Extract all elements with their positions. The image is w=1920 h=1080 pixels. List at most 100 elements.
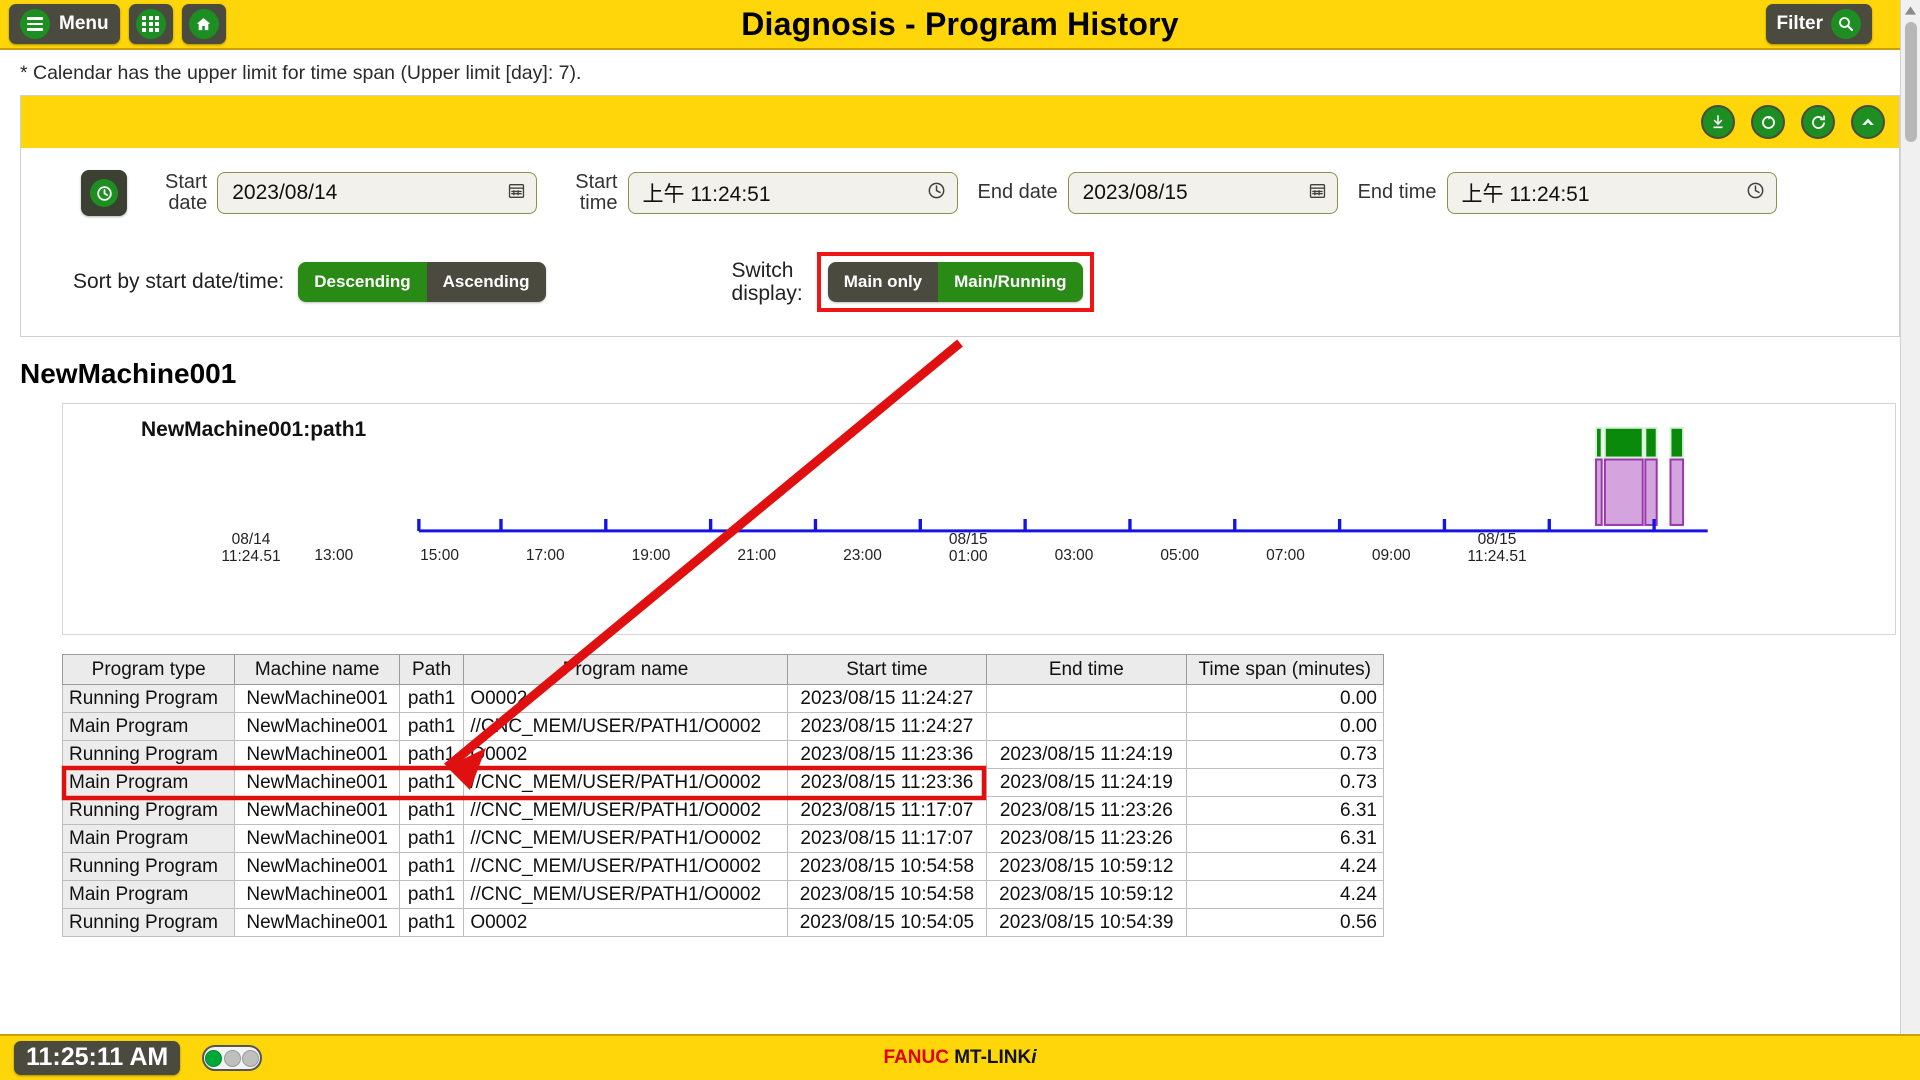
table-cell: 2023/08/15 10:54:58 — [787, 853, 986, 881]
end-date-input[interactable]: 2023/08/15 — [1068, 172, 1338, 214]
chart-bar[interactable] — [1670, 460, 1683, 525]
program-history-table: Program typeMachine namePathProgram name… — [62, 654, 1384, 937]
table-cell: 2023/08/15 11:23:26 — [987, 797, 1186, 825]
table-cell: O0002 — [464, 909, 787, 937]
table-column-header[interactable]: Machine name — [235, 655, 400, 685]
table-row[interactable]: Running ProgramNewMachine001path1//CNC_M… — [63, 797, 1384, 825]
chart-plot-area[interactable]: 08/14 11:24.5113:0015:0017:0019:0021:002… — [63, 404, 1895, 634]
table-cell: Main Program — [63, 713, 235, 741]
calendar-icon[interactable] — [1308, 181, 1327, 206]
table-cell: 2023/08/15 10:54:58 — [787, 881, 986, 909]
table-column-header[interactable]: Start time — [787, 655, 986, 685]
sort-option-descending[interactable]: Descending — [298, 262, 426, 302]
calendar-icon[interactable] — [507, 181, 526, 206]
clock-icon[interactable] — [926, 180, 947, 207]
options-row: Sort by start date/time: Descending Asce… — [21, 216, 1899, 312]
status-bar: 11:25:11 AM FANUC MT-LINKi — [0, 1034, 1920, 1080]
chart-tick-label: 15:00 — [420, 548, 459, 565]
table-row[interactable]: Main ProgramNewMachine001path1//CNC_MEM/… — [63, 769, 1384, 797]
chart-bar[interactable] — [1605, 460, 1643, 525]
chart-bar[interactable] — [1605, 428, 1643, 458]
table-column-header[interactable]: Time span (minutes) — [1186, 655, 1383, 685]
chart-bar[interactable] — [1596, 428, 1602, 458]
table-row[interactable]: Main ProgramNewMachine001path1//CNC_MEM/… — [63, 825, 1384, 853]
table-row[interactable]: Running ProgramNewMachine001path1O000220… — [63, 741, 1384, 769]
table-column-header[interactable]: Path — [399, 655, 463, 685]
table-header-row: Program typeMachine namePathProgram name… — [63, 655, 1384, 685]
table-row[interactable]: Running ProgramNewMachine001path1//CNC_M… — [63, 853, 1384, 881]
chart-tick-label: 08/15 01:00 — [949, 532, 988, 565]
apps-grid-icon — [136, 9, 166, 39]
table-cell — [987, 713, 1186, 741]
end-time-input[interactable]: 上午 11:24:51 — [1447, 172, 1777, 214]
clock-icon — [90, 179, 118, 207]
chart-tick-label: 23:00 — [843, 548, 882, 565]
refresh-button[interactable] — [1801, 105, 1835, 139]
table-cell: Running Program — [63, 853, 235, 881]
sort-option-ascending[interactable]: Ascending — [427, 262, 546, 302]
switch-display-segmented-control: Main only Main/Running — [828, 262, 1083, 302]
chart-bar[interactable] — [1670, 428, 1683, 458]
page-title: Diagnosis - Program History — [0, 6, 1920, 43]
table-cell: 2023/08/15 10:59:12 — [987, 881, 1186, 909]
table-row[interactable]: Main ProgramNewMachine001path1//CNC_MEM/… — [63, 881, 1384, 909]
chart-bar[interactable] — [1645, 460, 1656, 525]
chart-svg — [63, 404, 1895, 634]
menu-button[interactable]: Menu — [9, 4, 120, 44]
table-cell: //CNC_MEM/USER/PATH1/O0002 — [464, 825, 787, 853]
machine-name-heading: NewMachine001 — [0, 337, 1920, 403]
clock-icon[interactable] — [1745, 180, 1766, 207]
table-row[interactable]: Running ProgramNewMachine001path1O000220… — [63, 909, 1384, 937]
connection-status-indicator[interactable] — [202, 1045, 262, 1071]
start-date-label: Start date — [165, 172, 207, 215]
table-cell: Running Program — [63, 909, 235, 937]
clock-preset-button[interactable] — [81, 170, 127, 216]
switch-display-label: Switch display: — [732, 259, 803, 305]
auto-refresh-button[interactable] — [1751, 105, 1785, 139]
table-cell: NewMachine001 — [235, 769, 400, 797]
table-cell: path1 — [399, 797, 463, 825]
filter-button[interactable]: Filter — [1766, 4, 1872, 44]
chart-tick-label: 08/15 11:24.51 — [1467, 532, 1526, 565]
collapse-button[interactable] — [1851, 105, 1885, 139]
table-cell: 0.00 — [1186, 685, 1383, 713]
chart-tick-label: 19:00 — [632, 548, 671, 565]
table-cell: 2023/08/15 10:54:39 — [987, 909, 1186, 937]
chart-bar[interactable] — [1645, 428, 1656, 458]
end-time-label: End time — [1358, 182, 1437, 203]
chart-tick-label: 17:00 — [526, 548, 565, 565]
switch-display-option-main-only[interactable]: Main only — [828, 262, 938, 302]
chart-tick-label: 09:00 — [1372, 548, 1411, 565]
table-cell: Running Program — [63, 797, 235, 825]
table-cell: 2023/08/15 11:24:19 — [987, 741, 1186, 769]
home-button[interactable] — [182, 4, 226, 44]
table-cell: 2023/08/15 11:23:36 — [787, 769, 986, 797]
scroll-up-arrow-icon[interactable] — [1901, 1, 1920, 20]
table-cell: 6.31 — [1186, 825, 1383, 853]
table-cell — [987, 685, 1186, 713]
start-time-input[interactable]: 上午 11:24:51 — [628, 172, 958, 214]
apps-button[interactable] — [129, 4, 173, 44]
led-1 — [205, 1050, 222, 1067]
switch-display-option-main-running[interactable]: Main/Running — [938, 262, 1082, 302]
table-column-header[interactable]: Program type — [63, 655, 235, 685]
table-cell: Main Program — [63, 881, 235, 909]
table-row[interactable]: Main ProgramNewMachine001path1//CNC_MEM/… — [63, 713, 1384, 741]
home-icon — [189, 9, 219, 39]
table-column-header[interactable]: End time — [987, 655, 1186, 685]
filter-panel-body: Start date 2023/08/14 Start time 上午 11:2… — [21, 148, 1899, 336]
table-column-header[interactable]: Program name — [464, 655, 787, 685]
table-cell: path1 — [399, 881, 463, 909]
hamburger-icon — [20, 9, 50, 39]
vertical-scrollbar[interactable] — [1900, 0, 1920, 1034]
table-row[interactable]: Running ProgramNewMachine001path1O000220… — [63, 685, 1384, 713]
chart-bar[interactable] — [1596, 460, 1602, 525]
start-date-value: 2023/08/14 — [232, 181, 507, 205]
table-cell: 2023/08/15 11:17:07 — [787, 825, 986, 853]
start-time-label: Start time — [575, 172, 617, 215]
brand-i: i — [1031, 1047, 1036, 1068]
datetime-row: Start date 2023/08/14 Start time 上午 11:2… — [21, 164, 1899, 216]
download-button[interactable] — [1701, 105, 1735, 139]
scrollbar-thumb[interactable] — [1905, 22, 1917, 142]
start-date-input[interactable]: 2023/08/14 — [217, 172, 537, 214]
